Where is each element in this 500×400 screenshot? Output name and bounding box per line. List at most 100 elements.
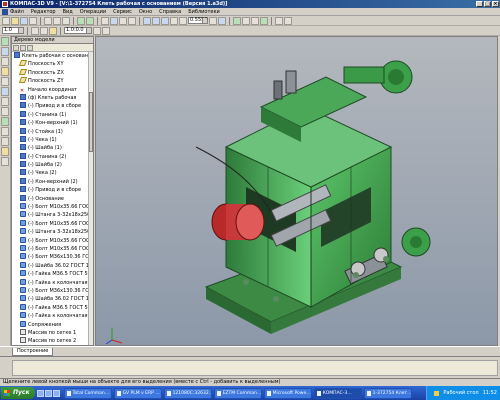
spec-icon[interactable]: [1, 157, 9, 166]
auxiliary-geometry-icon[interactable]: [1, 137, 9, 146]
tree-item[interactable]: (-) Болт М10х35.66 ГОСТ: [12, 219, 93, 228]
cut-extrude-icon[interactable]: [1, 87, 9, 96]
tree-item[interactable]: (-) Станина (1): [12, 110, 93, 119]
tree-item[interactable]: Плоскость ZX: [12, 68, 93, 77]
start-button[interactable]: Пуск: [1, 387, 35, 399]
menu-service[interactable]: Сервис: [113, 9, 132, 15]
tree-item[interactable]: (-) Шайба 36.02 ГОСТ 11: [12, 261, 93, 270]
menu-libraries[interactable]: Библиотеки: [188, 9, 220, 15]
tree-item[interactable]: (-) Кон-верхний (1): [12, 119, 93, 127]
zoom-combo[interactable]: 0.5550: [188, 17, 208, 24]
select-icon[interactable]: [102, 26, 110, 35]
grid-icon[interactable]: [40, 26, 48, 35]
orientation-icon[interactable]: [218, 16, 226, 25]
tree-filter-icon[interactable]: [27, 45, 33, 51]
wireframe-mode-icon[interactable]: [242, 16, 250, 25]
print-icon[interactable]: [29, 16, 37, 25]
menu-window[interactable]: Окно: [139, 9, 152, 15]
scroll-thumb[interactable]: [89, 92, 93, 152]
array-icon[interactable]: [1, 117, 9, 126]
tree-item[interactable]: ✕ Начало координат: [12, 86, 93, 94]
tree-item[interactable]: (-) Штанга 3-32х18х250 Г: [12, 211, 93, 219]
tree-item[interactable]: (-) Гайка М36.5 ГОСТ 59: [12, 303, 93, 312]
add-component-icon[interactable]: [1, 47, 9, 56]
tree-item[interactable]: Массив по сетке 2: [12, 337, 93, 345]
tree-item[interactable]: (-) Чека (2): [12, 169, 93, 177]
tree-scrollbar[interactable]: [88, 52, 93, 345]
tree-item[interactable]: (-) Привод и в сборе: [12, 102, 93, 110]
sketch-icon[interactable]: [1, 67, 9, 76]
hidden-lines-icon[interactable]: [251, 16, 259, 25]
chamfer-icon[interactable]: [1, 107, 9, 116]
close-button[interactable]: ×: [492, 1, 499, 7]
tree-item[interactable]: (-) Штанга 3-32х18х250 Г: [12, 228, 93, 236]
tray-icon[interactable]: [434, 390, 440, 396]
minimize-button[interactable]: _: [476, 1, 483, 7]
explorer-icon[interactable]: [52, 389, 60, 397]
rotate-icon[interactable]: [179, 16, 187, 25]
zoom-in-icon[interactable]: [143, 16, 151, 25]
tree-item[interactable]: (-) Шайба (1): [12, 144, 93, 152]
tree-item[interactable]: (-) Болт М10х35.66 ГОСТ: [12, 203, 93, 211]
tree-item[interactable]: (-) Чека (1): [12, 135, 93, 144]
taskbar-item-kompas[interactable]: КОМПАС-3…: [313, 387, 362, 399]
pan-icon[interactable]: [170, 16, 178, 25]
perspective-icon[interactable]: [260, 16, 268, 25]
mirror-icon[interactable]: [1, 127, 9, 136]
properties-icon[interactable]: [101, 16, 109, 25]
paste-icon[interactable]: [62, 16, 70, 25]
cut-icon[interactable]: [44, 16, 52, 25]
tree-item[interactable]: (-) Станина (2): [12, 152, 93, 161]
measure-tool-icon[interactable]: [1, 147, 9, 156]
section-icon[interactable]: [284, 16, 292, 25]
tree-order-icon[interactable]: [13, 45, 19, 51]
tree-item[interactable]: Сопряжения: [12, 320, 93, 329]
tree-item[interactable]: (-) Болт М36х130.36 ГОС: [12, 286, 93, 295]
tree-item[interactable]: (-) Основание: [12, 194, 93, 203]
tree-item[interactable]: (ф) Клеть рабочая: [12, 93, 93, 102]
menu-view[interactable]: Вид: [63, 9, 73, 15]
help-icon[interactable]: [128, 16, 136, 25]
save-icon[interactable]: [20, 16, 28, 25]
tree-item[interactable]: (-) Стойка (1): [12, 127, 93, 136]
menu-editor[interactable]: Редактор: [31, 9, 56, 15]
tree-item[interactable]: (-) Шайба (2): [12, 161, 93, 169]
zoom-window-icon[interactable]: [161, 16, 169, 25]
menu-file[interactable]: Файл: [10, 9, 24, 15]
show-desktop-icon[interactable]: [36, 389, 44, 397]
library-manager-icon[interactable]: [119, 16, 127, 25]
scale-combo[interactable]: 1.0:0.0: [64, 27, 92, 34]
desktop-label[interactable]: Рабочий стол: [443, 386, 478, 400]
tree-item[interactable]: (-) Кон-верхний (2): [12, 177, 93, 186]
snap-icon[interactable]: [31, 26, 39, 35]
tree-item[interactable]: Плоскость ZY: [12, 77, 93, 85]
edit-component-icon[interactable]: [1, 37, 9, 46]
refresh-icon[interactable]: [209, 16, 217, 25]
maximize-button[interactable]: □: [484, 1, 491, 7]
tree-item[interactable]: (-) Шайба 36.02 ГОСТ 11: [12, 295, 93, 303]
shaded-mode-icon[interactable]: [233, 16, 241, 25]
copy-icon[interactable]: [53, 16, 61, 25]
taskbar-item-total-commander[interactable]: Total Comman…: [63, 387, 112, 399]
tree-item[interactable]: (-) Болт М10х35.66 ГОСТ: [12, 244, 93, 253]
redo-icon[interactable]: [86, 16, 94, 25]
taskbar-item-powerpoint[interactable]: Microsoft Powe…: [263, 387, 312, 399]
tree-item[interactable]: Массив по сетке 1: [12, 328, 93, 337]
taskbar-item-eztm[interactable]: EZTM Comman…: [213, 387, 262, 399]
zoom-out-icon[interactable]: [152, 16, 160, 25]
coordinate-system-icon[interactable]: [49, 26, 57, 35]
tree-structure-icon[interactable]: [20, 45, 26, 51]
extrude-icon[interactable]: [1, 77, 9, 86]
tree-item[interactable]: (-) Гайка к колончатая М: [12, 278, 93, 287]
open-file-icon[interactable]: [11, 16, 19, 25]
tree-item[interactable]: (-) Привод и в сборе: [12, 186, 93, 194]
tree-item[interactable]: (-) Болт М10х35.66 ГОСТ: [12, 236, 93, 245]
mate-icon[interactable]: [1, 57, 9, 66]
tree-item[interactable]: (-) Гайка к колончатая М: [12, 312, 93, 320]
tree-item[interactable]: (-) Гайка М36.5 ГОСТ 59: [12, 270, 93, 278]
taskbar-item-assembly[interactable]: 1-372754 Клет…: [363, 387, 412, 399]
model-viewport[interactable]: [95, 36, 498, 346]
new-file-icon[interactable]: [2, 16, 10, 25]
browser-icon[interactable]: [44, 389, 52, 397]
tree-item[interactable]: (-) Болт М36х130.36 ГОС: [12, 253, 93, 261]
